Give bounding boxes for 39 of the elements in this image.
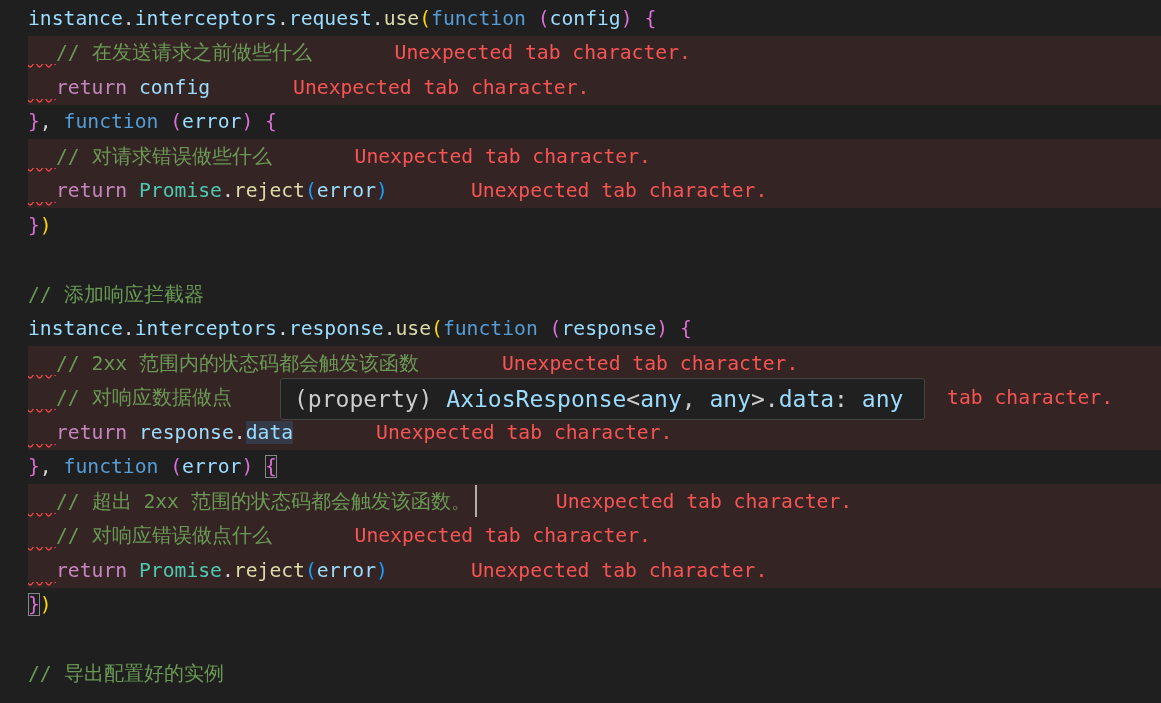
code-line: return Promise.reject(error) [56, 558, 388, 582]
lint-message: Unexpected tab character. [376, 420, 673, 444]
error-squiggle [28, 374, 56, 380]
error-squiggle [28, 202, 56, 207]
error-squiggle [28, 512, 56, 518]
code-comment: // 2xx 范围内的状态码都会触发该函数 [56, 350, 419, 377]
code-comment: // 添加响应拦截器 [28, 281, 204, 308]
lint-message: Unexpected tab character. [293, 75, 590, 99]
error-squiggle [28, 98, 56, 104]
error-squiggle [28, 64, 56, 69]
code-comment: // 在发送请求之前做些什么 [56, 40, 312, 67]
code-comment: // 导出配置好的实例 [28, 661, 224, 688]
lint-message: Unexpected tab character. [555, 489, 853, 513]
code-line: instance.interceptors.request.use(function (config) { [28, 6, 657, 30]
code-line: }, function (error) { [28, 455, 277, 479]
code-line: }, function (error) { [28, 110, 277, 134]
code-line: return config [56, 75, 211, 99]
error-squiggle [28, 547, 56, 552]
error-squiggle [28, 167, 56, 173]
lint-message: Unexpected tab character. [354, 524, 651, 548]
tooltip-text: (property) AxiosResponse<any, any>.data: any [294, 386, 904, 412]
code-comment: // 对请求错误做些什么 [56, 143, 272, 170]
error-squiggle [28, 409, 56, 414]
code-line: instance.interceptors.response.use(function (response) { [28, 317, 692, 341]
lint-message: Unexpected tab character. [470, 558, 768, 582]
code-line: }) [28, 593, 52, 617]
lint-message: Unexpected tab character. [354, 144, 651, 168]
error-squiggle [28, 443, 56, 449]
code-line: return Promise.reject(error) [56, 179, 388, 203]
code-comment: // 对响应数据做点 [56, 385, 232, 412]
code-comment: // 超出 2xx 范围的状态码都会触发该函数。 [56, 488, 471, 515]
lint-message: Unexpected tab character. [470, 179, 768, 203]
lint-message: Unexpected tab character. [394, 41, 691, 65]
error-squiggle [28, 581, 56, 587]
code-comment: // 对响应错误做点什么 [56, 523, 272, 550]
code-line: return response.data [56, 420, 294, 444]
lint-message: Unexpected tab character. [502, 351, 799, 375]
lint-message: tab character. [947, 386, 1114, 410]
code-line: }) [28, 213, 52, 237]
